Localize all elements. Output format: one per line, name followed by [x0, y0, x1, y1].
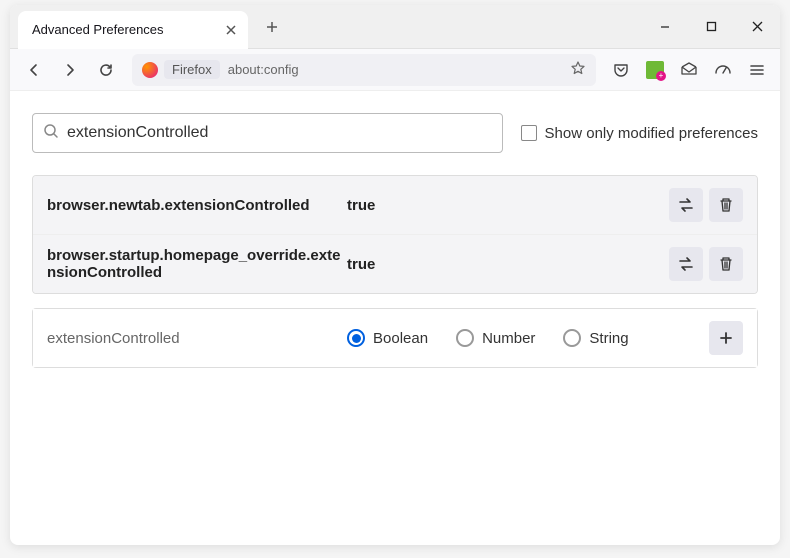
pref-row: browser.newtab.extensionControlled true: [33, 176, 757, 235]
radio-string[interactable]: String: [563, 329, 628, 347]
dashboard-icon[interactable]: [708, 55, 738, 85]
radio-icon[interactable]: [456, 329, 474, 347]
window-controls: [642, 5, 780, 49]
mail-icon[interactable]: [674, 55, 704, 85]
tab-title: Advanced Preferences: [32, 22, 222, 37]
radio-label: Number: [482, 330, 535, 347]
toolbar: Firefox about:config: [10, 49, 780, 91]
url-identity-label: Firefox: [164, 60, 220, 79]
url-text: about:config: [228, 62, 299, 77]
extension-icon[interactable]: [640, 55, 670, 85]
new-pref-name: extensionControlled: [47, 330, 347, 347]
hamburger-menu-icon[interactable]: [742, 55, 772, 85]
titlebar: Advanced Preferences: [10, 5, 780, 49]
pref-name: browser.startup.homepage_override.extens…: [47, 247, 347, 281]
back-button[interactable]: [18, 54, 50, 86]
search-input[interactable]: [67, 124, 492, 142]
delete-button[interactable]: [709, 247, 743, 281]
radio-boolean[interactable]: Boolean: [347, 329, 428, 347]
delete-button[interactable]: [709, 188, 743, 222]
firefox-icon: [142, 62, 158, 78]
new-tab-button[interactable]: [258, 13, 286, 41]
show-modified-checkbox[interactable]: Show only modified preferences: [521, 125, 758, 142]
radio-label: String: [589, 330, 628, 347]
radio-icon[interactable]: [347, 329, 365, 347]
radio-label: Boolean: [373, 330, 428, 347]
reload-button[interactable]: [90, 54, 122, 86]
pocket-icon[interactable]: [606, 55, 636, 85]
pref-table: browser.newtab.extensionControlled true …: [32, 175, 758, 294]
search-box[interactable]: [32, 113, 503, 153]
bookmark-star-icon[interactable]: [570, 60, 586, 80]
forward-button[interactable]: [54, 54, 86, 86]
search-icon: [43, 123, 59, 144]
add-button[interactable]: [709, 321, 743, 355]
pref-value: true: [347, 197, 663, 214]
radio-icon[interactable]: [563, 329, 581, 347]
type-radio-group: Boolean Number String: [347, 329, 703, 347]
minimize-button[interactable]: [642, 5, 688, 49]
content-area: Show only modified preferences browser.n…: [10, 91, 780, 390]
search-row: Show only modified preferences: [32, 113, 758, 153]
pref-row: browser.startup.homepage_override.extens…: [33, 235, 757, 293]
close-window-button[interactable]: [734, 5, 780, 49]
toggle-button[interactable]: [669, 247, 703, 281]
pref-value: true: [347, 256, 663, 273]
pref-name: browser.newtab.extensionControlled: [47, 197, 347, 214]
toggle-button[interactable]: [669, 188, 703, 222]
maximize-button[interactable]: [688, 5, 734, 49]
checkbox-label: Show only modified preferences: [545, 125, 758, 142]
browser-window: Advanced Preferences: [10, 5, 780, 545]
browser-tab[interactable]: Advanced Preferences: [18, 11, 248, 49]
close-tab-icon[interactable]: [222, 21, 240, 39]
radio-number[interactable]: Number: [456, 329, 535, 347]
add-pref-row: extensionControlled Boolean Number Strin…: [32, 308, 758, 368]
url-bar[interactable]: Firefox about:config: [132, 54, 596, 86]
checkbox-icon[interactable]: [521, 125, 537, 141]
